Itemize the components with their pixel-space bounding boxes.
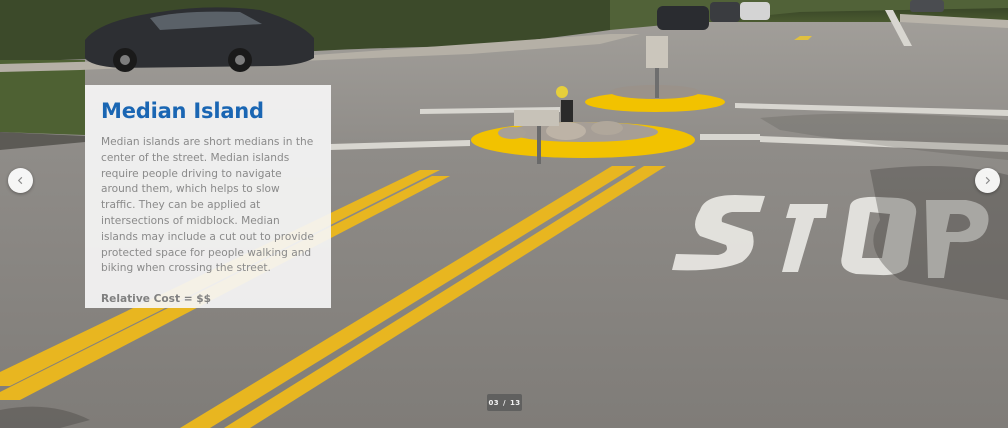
chevron-right-icon xyxy=(983,176,992,185)
info-card: Median Island Median islands are short m… xyxy=(85,85,331,308)
counter-separator: / xyxy=(503,398,506,407)
chevron-left-icon xyxy=(16,176,25,185)
slide-counter: 03 / 13 xyxy=(487,394,522,411)
carousel-slide: Median Island Median islands are short m… xyxy=(0,0,1008,428)
next-slide-button[interactable] xyxy=(975,168,1000,193)
card-description: Median islands are short medians in the … xyxy=(101,136,314,275)
relative-cost: Relative Cost = $$ xyxy=(101,293,212,306)
card-title: Median Island xyxy=(101,99,264,123)
current-slide-number: 03 xyxy=(488,398,500,407)
previous-slide-button[interactable] xyxy=(8,168,33,193)
total-slides-number: 13 xyxy=(509,398,521,407)
